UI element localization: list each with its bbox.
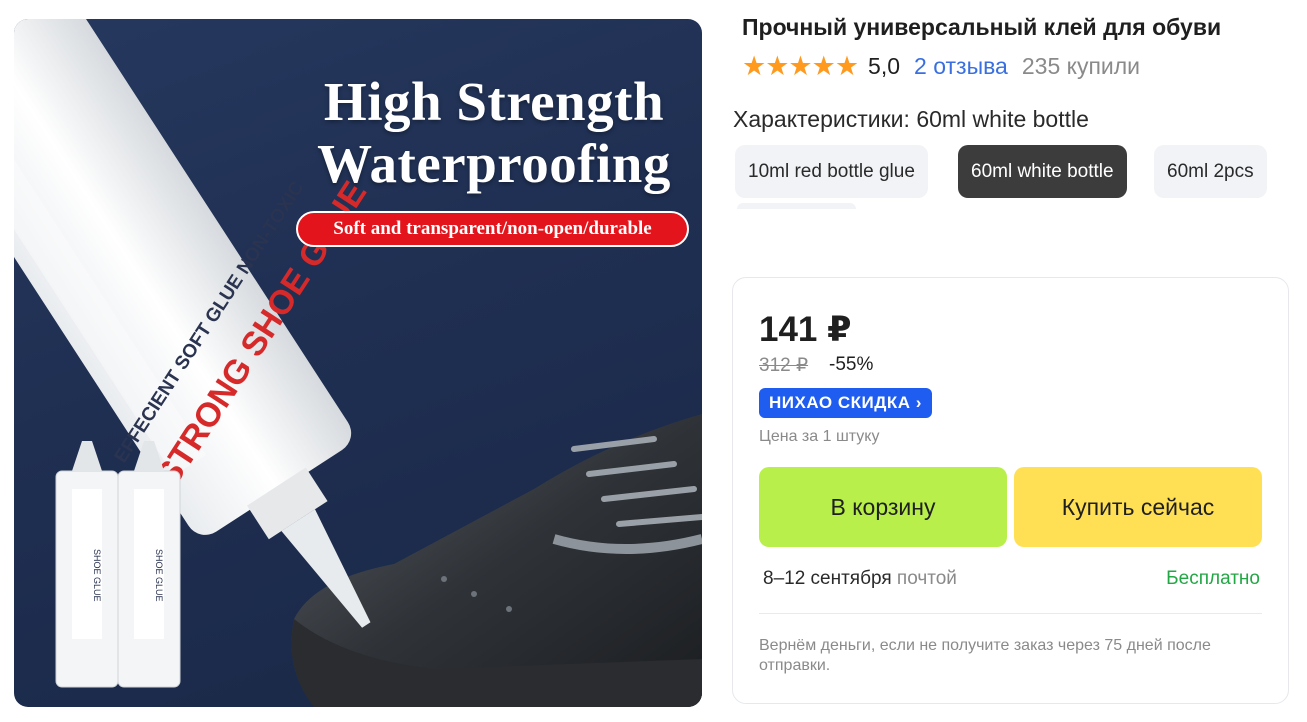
delivery-info: 8–12 сентября почтой <box>763 568 957 590</box>
image-badge: Soft and transparent/non-open/durable <box>296 211 689 247</box>
rating-value: 5,0 <box>868 52 901 79</box>
option-chip-60ml-white[interactable]: 60ml white bottle <box>958 145 1127 198</box>
delivery-cost: Бесплатно <box>1166 568 1260 589</box>
glue-tube-small-2: SHOE GLUE <box>117 441 181 688</box>
option-chip-10ml-red[interactable]: 10ml red bottle glue <box>735 145 928 198</box>
image-headline: High Strength Waterproofing <box>284 71 702 195</box>
option-chip-overflow[interactable] <box>737 203 856 209</box>
current-price: 141 ₽ <box>759 310 852 349</box>
glue-tube-small-1: SHOE GLUE <box>55 441 119 688</box>
unit-price-note: Цена за 1 штуку <box>759 428 880 445</box>
rating-stars-icon: ★★★★★ <box>742 50 859 81</box>
product-title: Прочный универсальный клей для обуви <box>742 14 1222 40</box>
headline-line-1: High Strength <box>323 71 665 132</box>
chevron-right-icon: › <box>915 393 922 412</box>
divider <box>759 613 1262 614</box>
buy-now-button[interactable]: Купить сейчас <box>1014 467 1262 547</box>
rating-row: ★★★★★ 5,0 2 отзыва 235 купили <box>742 50 1140 82</box>
price-card: 141 ₽ 312 ₽ -55% НИХАО СКИДКА › Цена за … <box>732 277 1289 704</box>
promo-label: НИХАО СКИДКА <box>769 393 911 412</box>
headline-line-2: Waterproofing <box>317 133 671 194</box>
add-to-cart-button[interactable]: В корзину <box>759 467 1007 547</box>
option-chip-60ml-2pcs[interactable]: 60ml 2pcs <box>1154 145 1267 198</box>
money-back-guarantee: Вернём деньги, если не получите заказ че… <box>759 637 1211 674</box>
promo-badge[interactable]: НИХАО СКИДКА › <box>759 388 932 418</box>
svg-text:SHOE GLUE: SHOE GLUE <box>92 549 102 602</box>
old-price: 312 ₽ <box>759 355 809 376</box>
delivery-method: почтой <box>896 568 957 589</box>
product-image[interactable]: STRONG SHOE GLUE EFFECIENT SOFT GLUE NON… <box>14 19 702 707</box>
bought-count: 235 купили <box>1021 52 1141 79</box>
discount-percent: -55% <box>829 354 874 375</box>
characteristics-label: Характеристики: 60ml white bottle <box>733 106 1089 132</box>
shoe-graphic <box>291 414 702 707</box>
svg-text:SHOE GLUE: SHOE GLUE <box>154 549 164 602</box>
reviews-link[interactable]: 2 отзыва <box>914 53 1008 80</box>
delivery-dates: 8–12 сентября <box>763 568 892 589</box>
